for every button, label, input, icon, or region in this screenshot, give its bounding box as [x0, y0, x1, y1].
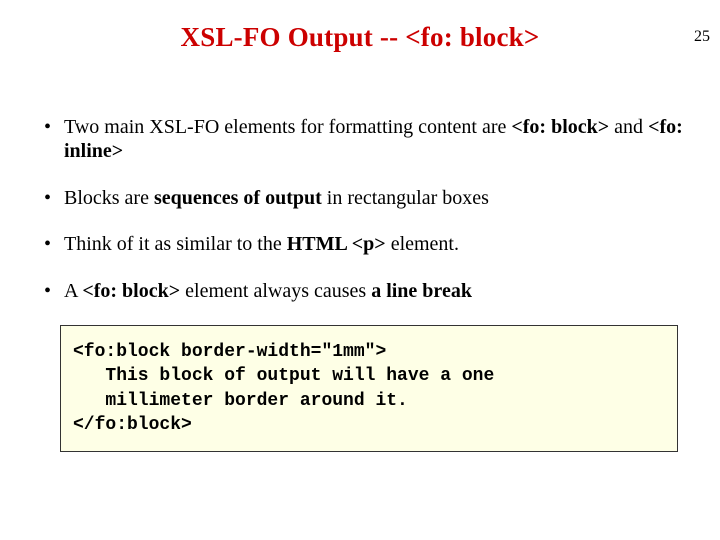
bullet-text: Two main XSL-FO elements for formatting … [64, 116, 511, 138]
bullet-text: Blocks are [64, 187, 154, 209]
bullet-text-bold: sequences of output [154, 187, 322, 209]
code-line: This block of output will have a one [73, 366, 494, 386]
code-example: <fo:block border-width="1mm"> This block… [60, 325, 678, 452]
bullet-text: Think of it as similar to the [64, 233, 287, 255]
code-line: </fo:block> [73, 415, 192, 435]
bullet-text-bold: <fo: block> [82, 280, 180, 302]
bullet-text: in rectangular boxes [322, 187, 489, 209]
bullet-text-bold: <fo: block> [511, 116, 609, 138]
bullet-text-bold: HTML <p> [287, 233, 386, 255]
code-line: <fo:block border-width="1mm"> [73, 342, 386, 362]
slide-title: XSL-FO Output -- <fo: block> [0, 22, 720, 53]
page-number: 25 [694, 28, 710, 46]
bullet-item: Blocks are sequences of output in rectan… [34, 186, 686, 210]
bullet-text-bold: a line break [371, 280, 472, 302]
bullet-text: and [609, 116, 648, 138]
slide: 25 XSL-FO Output -- <fo: block> Two main… [0, 22, 720, 540]
bullet-list: Two main XSL-FO elements for formatting … [34, 115, 686, 303]
bullet-text: element. [386, 233, 459, 255]
bullet-item: A <fo: block> element always causes a li… [34, 279, 686, 303]
bullet-item: Two main XSL-FO elements for formatting … [34, 115, 686, 164]
code-line: millimeter border around it. [73, 391, 408, 411]
bullet-text: A [64, 280, 82, 302]
bullet-item: Think of it as similar to the HTML <p> e… [34, 232, 686, 256]
bullet-text: element always causes [180, 280, 371, 302]
